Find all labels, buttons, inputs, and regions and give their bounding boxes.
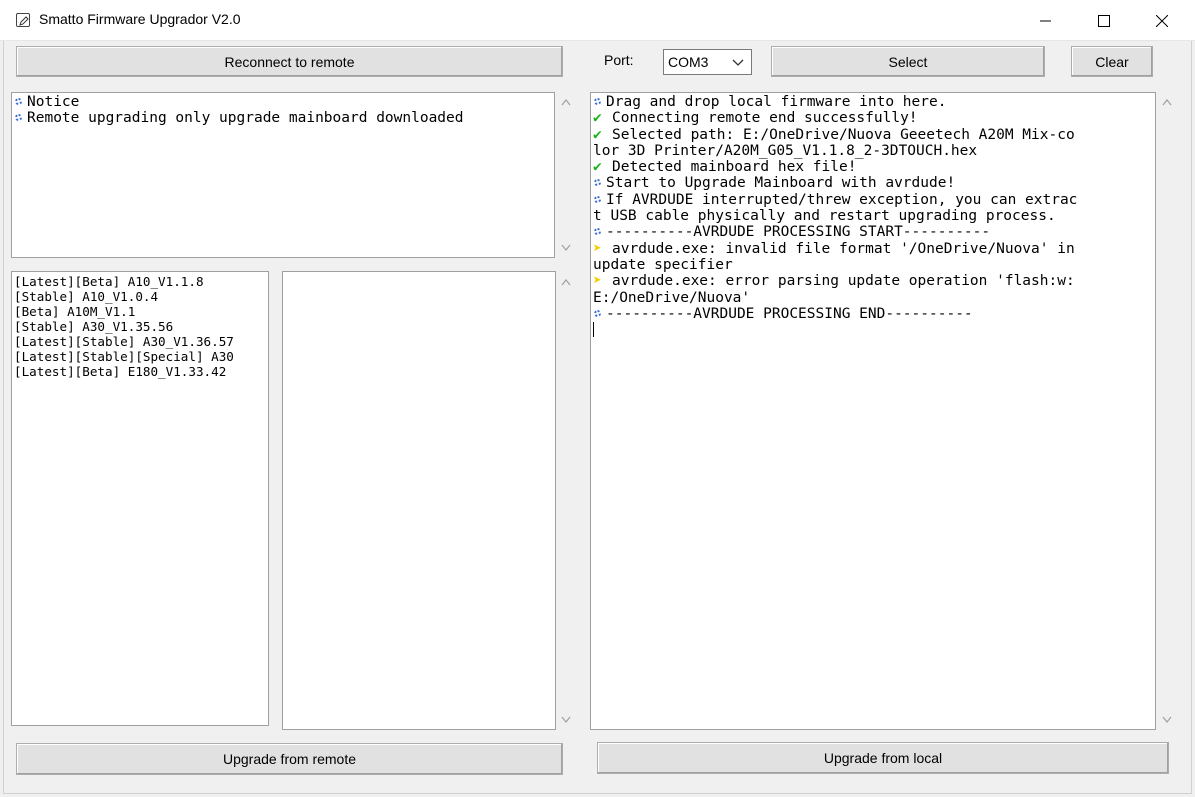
log-line: lor 3D Printer/A20M_G05_V1.1.8_2-3DTOUCH…	[591, 143, 1155, 159]
log-line-text: Drag and drop local firmware into here.	[606, 94, 947, 110]
check-icon: ✔	[593, 110, 602, 127]
port-select[interactable]: COM3	[663, 49, 752, 75]
log-line-text: t USB cable physically and restart upgra…	[593, 208, 1056, 225]
upgrade-from-local-button[interactable]: Upgrade from local	[597, 742, 1169, 774]
chevron-up-icon	[561, 279, 571, 286]
bullet-icon	[15, 114, 22, 122]
log-line: t USB cable physically and restart upgra…	[591, 208, 1155, 224]
notice-scroll-up-button[interactable]	[559, 95, 573, 109]
log-scroll-down-button[interactable]	[1160, 713, 1174, 727]
firmware-details-box[interactable]	[282, 271, 556, 730]
log-line: Drag and drop local firmware into here.	[591, 94, 1155, 110]
log-line-text: Start to Upgrade Mainboard with avrdude!	[606, 175, 956, 192]
notice-line: Notice	[12, 94, 554, 110]
log-line-text: ----------AVRDUDE PROCESSING END--------…	[606, 305, 973, 322]
title-bar: Smatto Firmware Upgrador V2.0	[0, 0, 1195, 41]
chevron-up-icon	[1162, 99, 1172, 106]
log-line-text: Detected mainboard hex file!	[612, 159, 857, 176]
log-line: ➤ avrdude.exe: invalid file format '/OneD…	[591, 241, 1155, 257]
log-line-text: If AVRDUDE interrupted/threw exception, …	[606, 191, 1078, 208]
firmware-list-item[interactable]: [Latest][Stable][Special] A30	[14, 349, 268, 364]
bullet-icon	[594, 98, 601, 105]
select-button[interactable]: Select	[771, 46, 1045, 77]
log-line: ✔ Connecting remote end successfully!	[591, 110, 1155, 126]
log-box[interactable]: Drag and drop local firmware into here. ✔…	[590, 92, 1156, 730]
log-line-text: E:/OneDrive/Nuova'	[593, 289, 751, 306]
bullet-icon	[594, 228, 601, 236]
maximize-icon	[1098, 14, 1110, 27]
details-scroll-down-button[interactable]	[559, 713, 573, 727]
log-scroll-up-button[interactable]	[1160, 95, 1174, 109]
port-value: COM3	[668, 54, 709, 70]
arrow-icon: ➤	[593, 273, 602, 290]
notice-box[interactable]: Notice Remote upgrading only upgrade main…	[11, 92, 555, 258]
log-line: ➤ avrdude.exe: error parsing update opera…	[591, 273, 1155, 289]
text-cursor	[593, 322, 594, 338]
log-line: ✔ Selected path: E:/OneDrive/Nuova Geeete…	[591, 127, 1155, 143]
upgrade-from-remote-button[interactable]: Upgrade from remote	[16, 743, 563, 775]
log-line: E:/OneDrive/Nuova'	[591, 290, 1155, 306]
notice-line-text: Remote upgrading only upgrade mainboard …	[27, 110, 464, 127]
firmware-list-item[interactable]: [Stable] A30_V1.35.56	[14, 319, 268, 334]
check-icon: ✔	[593, 126, 602, 143]
bullet-icon	[594, 309, 601, 317]
log-line-text: ----------AVRDUDE PROCESSING START------…	[606, 224, 991, 241]
pencil-icon	[16, 13, 30, 27]
log-line: ✔ Detected mainboard hex file!	[591, 159, 1155, 175]
firmware-list-item[interactable]: [Latest][Stable] A30_V1.36.57	[14, 334, 268, 349]
bullet-icon	[594, 195, 601, 203]
maximize-button[interactable]	[1075, 0, 1133, 41]
log-line: update specifier	[591, 257, 1155, 273]
log-line-text: update specifier	[593, 256, 733, 273]
close-button[interactable]	[1133, 0, 1191, 41]
firmware-list-item[interactable]: [Stable] A10_V1.0.4	[14, 289, 268, 304]
chevron-down-icon	[1162, 716, 1172, 723]
window-title: Smatto Firmware Upgrador V2.0	[39, 11, 241, 27]
close-icon	[1156, 14, 1168, 27]
minimize-icon	[1040, 20, 1051, 21]
chevron-down-icon	[561, 716, 571, 723]
notice-scroll-down-button[interactable]	[559, 241, 573, 255]
firmware-list-item[interactable]: [Beta] A10M_V1.1	[14, 304, 268, 319]
bullet-icon	[15, 98, 22, 105]
check-icon: ✔	[593, 159, 602, 176]
log-line-text: lor 3D Printer/A20M_G05_V1.1.8_2-3DTOUCH…	[593, 142, 978, 159]
bullet-icon	[594, 179, 601, 187]
log-line-text: Selected path: E:/OneDrive/Nuova Geeetec…	[612, 126, 1075, 143]
log-line: ----------AVRDUDE PROCESSING START------…	[591, 224, 1155, 240]
notice-line-text: Notice	[27, 94, 80, 110]
chevron-down-icon	[561, 244, 571, 251]
notice-line: Remote upgrading only upgrade mainboard …	[12, 110, 554, 126]
details-scroll-up-button[interactable]	[559, 275, 573, 289]
firmware-list-item[interactable]: [Latest][Beta] E180_V1.33.42	[14, 364, 268, 379]
firmware-list[interactable]: [Latest][Beta] A10_V1.1.8 [Stable] A10_V1…	[11, 271, 269, 726]
log-line: If AVRDUDE interrupted/threw exception, …	[591, 192, 1155, 208]
log-line: Start to Upgrade Mainboard with avrdude!	[591, 175, 1155, 191]
minimize-button[interactable]	[1017, 0, 1075, 41]
firmware-list-item[interactable]: [Latest][Beta] A10_V1.1.8	[14, 274, 268, 289]
port-label: Port:	[604, 52, 634, 68]
clear-button[interactable]: Clear	[1071, 46, 1153, 77]
log-line-text: avrdude.exe: invalid file format '/OneDr…	[612, 240, 1075, 257]
arrow-icon: ➤	[593, 240, 602, 257]
log-line: ----------AVRDUDE PROCESSING END--------…	[591, 306, 1155, 322]
chevron-up-icon	[561, 99, 571, 106]
log-line-text: avrdude.exe: error parsing update operat…	[612, 273, 1075, 290]
chevron-down-icon	[732, 59, 744, 66]
reconnect-button[interactable]: Reconnect to remote	[16, 46, 563, 77]
log-line-text: Connecting remote end successfully!	[612, 110, 918, 127]
